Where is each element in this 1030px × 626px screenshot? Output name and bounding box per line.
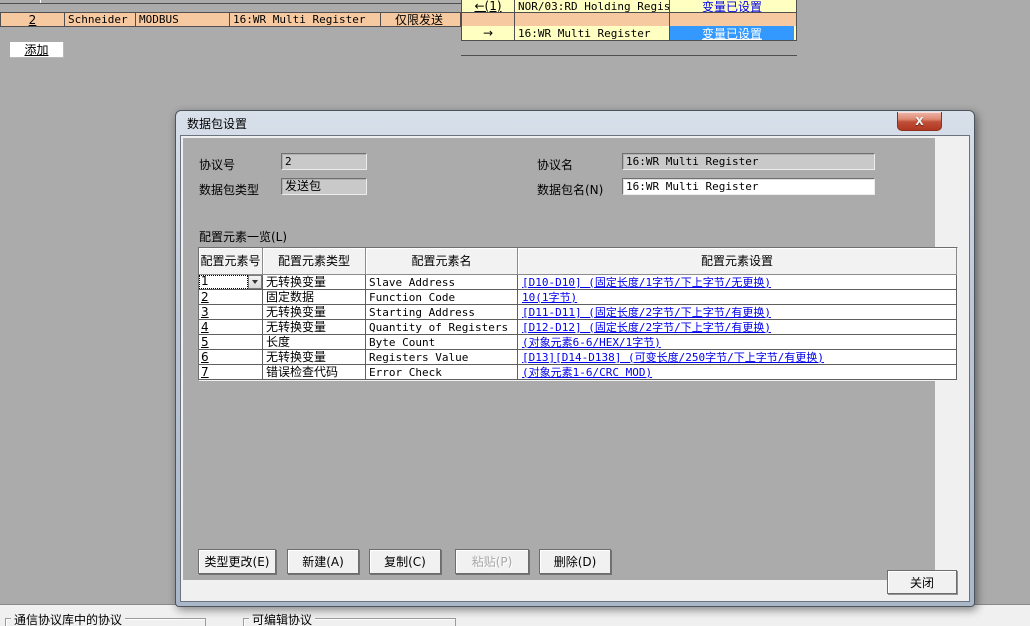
element-no-combobox[interactable]: 1 bbox=[199, 275, 262, 289]
element-table-header: 配置元素号 配置元素类型 配置元素名 配置元素设置 bbox=[199, 248, 957, 275]
table-row[interactable]: 6 无转换变量 Registers Value [D13][D14-D138] … bbox=[199, 350, 957, 365]
protocol-no-link[interactable]: 2 bbox=[29, 13, 37, 26]
dialog-client-area: 协议号 2 数据包类型 发送包 协议名 16:WR Multi Register… bbox=[180, 135, 970, 602]
element-type: 长度 bbox=[263, 335, 366, 350]
element-setting-link[interactable]: [D11-D11] (固定长度/2字节/下上字节/有更换) bbox=[522, 306, 771, 319]
element-type: 无转换变量 bbox=[263, 350, 366, 365]
copy-button[interactable]: 复制(C) bbox=[369, 549, 441, 574]
table-row[interactable]: 5 长度 Byte Count (对象元素6-6/HEX/1字节) bbox=[199, 335, 957, 350]
element-no-link[interactable]: 6 bbox=[201, 351, 209, 364]
element-no-link[interactable]: 7 bbox=[201, 366, 209, 379]
header-element-type: 配置元素类型 bbox=[263, 248, 366, 275]
element-setting-link[interactable]: 10(1字节) bbox=[522, 291, 577, 304]
element-no-link[interactable]: 2 bbox=[201, 291, 209, 304]
paste-button: 粘贴(P) bbox=[455, 549, 529, 574]
dialog-titlebar[interactable]: 数据包设置 bbox=[176, 111, 974, 135]
element-no-link[interactable]: 4 bbox=[201, 321, 209, 334]
header-element-no: 配置元素号 bbox=[199, 248, 263, 275]
close-icon[interactable]: X bbox=[897, 112, 942, 131]
packet-type-field: 发送包 bbox=[281, 178, 367, 195]
protocol-no-field: 2 bbox=[281, 153, 367, 170]
recv-variable-set-link[interactable]: 变量已设置 bbox=[702, 0, 762, 12]
element-setting-link[interactable]: [D13][D14-D138] (可变长度/250字节/下上字节/有更换) bbox=[522, 351, 824, 364]
send-arrow[interactable]: → bbox=[483, 26, 493, 40]
element-setting-link[interactable]: [D12-D12] (固定长度/2字节/下上字节/有更换) bbox=[522, 321, 771, 334]
element-name: Function Code bbox=[366, 290, 518, 305]
recv-packet-name: NOR/03:RD Holding Registe bbox=[515, 0, 670, 12]
list-bottom-border bbox=[461, 55, 797, 56]
element-type: 无转换变量 bbox=[263, 275, 366, 290]
element-no-value: 1 bbox=[199, 275, 248, 289]
groupbox-editable-protocol: 可编辑协议 bbox=[243, 618, 456, 626]
protocol-manufacturer: Schneider E bbox=[65, 13, 136, 26]
add-button-label: 添加 bbox=[24, 41, 48, 58]
element-list-table: 配置元素号 配置元素类型 配置元素名 配置元素设置 1 无转换变量 Slave … bbox=[198, 247, 958, 381]
table-row[interactable]: 4 无转换变量 Quantity of Registers [D12-D12] … bbox=[199, 320, 957, 335]
element-no-link[interactable]: 3 bbox=[201, 306, 209, 319]
groupbox-protocol-library: 通信协议库中的协议 bbox=[5, 618, 206, 626]
element-type: 固定数据 bbox=[263, 290, 366, 305]
packet-name-input[interactable]: 16:WR Multi Register bbox=[622, 178, 875, 195]
element-name: Starting Address bbox=[366, 305, 518, 320]
protocol-name-field: 16:WR Multi Register bbox=[622, 153, 875, 170]
new-button[interactable]: 新建(A) bbox=[287, 549, 359, 574]
element-list-label: 配置元素一览(L) bbox=[199, 228, 287, 245]
groupbox-protocol-library-label: 通信协议库中的协议 bbox=[11, 611, 125, 626]
element-name: Byte Count bbox=[366, 335, 518, 350]
packet-type-label: 数据包类型 bbox=[199, 181, 259, 198]
packet-spacer-row bbox=[461, 12, 797, 27]
element-type: 错误检查代码 bbox=[263, 365, 366, 380]
element-setting-link[interactable]: (对象元素1-6/CRC MOD) bbox=[522, 366, 652, 379]
table-row[interactable]: 7 错误检查代码 Error Check (对象元素1-6/CRC MOD) bbox=[199, 365, 957, 380]
protocol-name-cell: 16:WR Multi Register bbox=[230, 13, 381, 26]
element-type: 无转换变量 bbox=[263, 305, 366, 320]
send-variable-set-link[interactable]: 变量已设置 bbox=[702, 26, 762, 40]
element-name: Quantity of Registers bbox=[366, 320, 518, 335]
recv-arrow-link[interactable]: ←(1) bbox=[474, 0, 501, 12]
dialog-title: 数据包设置 bbox=[187, 115, 247, 132]
table-row[interactable]: 3 无转换变量 Starting Address [D11-D11] (固定长度… bbox=[199, 305, 957, 320]
list-grid-line bbox=[0, 3, 461, 4]
element-name: Registers Value bbox=[366, 350, 518, 365]
packet-setting-dialog: 数据包设置 X 协议号 2 数据包类型 发送包 协议名 16:WR Multi … bbox=[175, 110, 975, 607]
packet-name-label: 数据包名(N) bbox=[537, 181, 603, 198]
header-element-name: 配置元素名 bbox=[366, 248, 518, 275]
protocol-no-label: 协议号 bbox=[199, 156, 235, 173]
groupbox-editable-protocol-label: 可编辑协议 bbox=[249, 611, 315, 626]
change-type-button[interactable]: 类型更改(E) bbox=[198, 549, 276, 574]
element-no-link[interactable]: 5 bbox=[201, 336, 209, 349]
list-grid-tick bbox=[40, 0, 41, 3]
chevron-down-icon[interactable] bbox=[248, 275, 262, 289]
delete-button[interactable]: 删除(D) bbox=[539, 549, 611, 574]
send-packet-name: 16:WR Multi Register bbox=[515, 26, 670, 40]
protocol-model: MODBUS bbox=[136, 13, 230, 26]
close-button[interactable]: 关闭 bbox=[887, 570, 957, 594]
table-row[interactable]: 1 无转换变量 Slave Address [D10-D10] (固定长度/1字… bbox=[199, 275, 957, 290]
element-type: 无转换变量 bbox=[263, 320, 366, 335]
element-setting-link[interactable]: [D10-D10] (固定长度/1字节/下上字节/无更换) bbox=[522, 276, 771, 289]
protocol-comm-type: 仅限发送 bbox=[381, 13, 457, 26]
element-name: Error Check bbox=[366, 365, 518, 380]
protocol-row[interactable]: 2 Schneider E MODBUS 16:WR Multi Registe… bbox=[0, 12, 461, 27]
element-setting-link[interactable]: (对象元素6-6/HEX/1字节) bbox=[522, 336, 661, 349]
add-button[interactable]: 添加 bbox=[10, 42, 64, 58]
send-packet-row[interactable]: → 16:WR Multi Register 变量已设置 bbox=[461, 26, 797, 41]
table-row[interactable]: 2 固定数据 Function Code 10(1字节) bbox=[199, 290, 957, 305]
send-variable-set-cell[interactable]: 变量已设置 bbox=[670, 26, 794, 40]
header-element-setting: 配置元素设置 bbox=[518, 248, 957, 275]
element-name: Slave Address bbox=[366, 275, 518, 290]
protocol-name-label: 协议名 bbox=[537, 156, 573, 173]
